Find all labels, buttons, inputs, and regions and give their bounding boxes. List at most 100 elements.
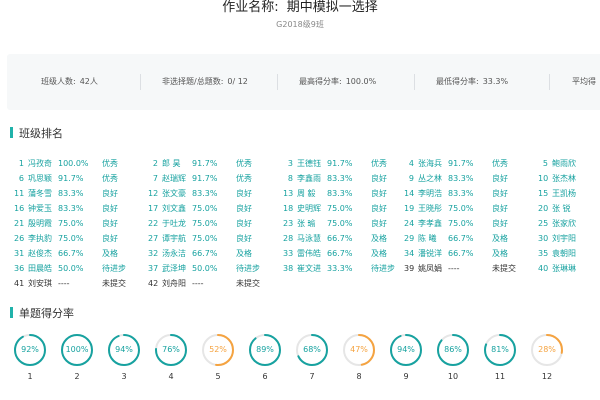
rank: 5 bbox=[542, 159, 548, 168]
score: 83.3% bbox=[58, 189, 84, 198]
student-name: 刘宇阳 bbox=[552, 234, 576, 243]
student-name: 巩思颖 bbox=[28, 174, 52, 183]
grade: 优秀 bbox=[236, 159, 252, 168]
question-score: 47% 8 bbox=[339, 330, 379, 381]
score: 100.0% bbox=[58, 159, 89, 168]
stat-divider bbox=[277, 74, 278, 90]
grade: 优秀 bbox=[236, 174, 252, 183]
stat-avg-rate: 平均得 bbox=[572, 76, 596, 87]
student-name: 王晓彤 bbox=[418, 204, 442, 213]
grade: 及格 bbox=[236, 249, 252, 258]
ranking-section-title: 班级排名 bbox=[10, 125, 63, 141]
grade: 未提交 bbox=[492, 264, 516, 273]
stat-max-rate: 最高得分率: 100.0% bbox=[299, 76, 376, 87]
rank: 18 bbox=[283, 204, 294, 213]
rank: 24 bbox=[404, 219, 415, 228]
student-name: 姚凤娟 bbox=[418, 264, 442, 273]
student-name: 钟爱玉 bbox=[28, 204, 52, 213]
stat-divider bbox=[140, 74, 141, 90]
stat-value: 0/ 12 bbox=[227, 77, 248, 86]
grade: 待进步 bbox=[371, 264, 395, 273]
rank: 34 bbox=[404, 249, 415, 258]
score-percent: 94% bbox=[115, 345, 133, 354]
question-score-rings: 92% 1 100% 2 94% 3 76% 4 52% 5 89% 6 68% 7 47% 8 94% 9 86%… bbox=[0, 330, 600, 390]
rank: 14 bbox=[404, 189, 415, 198]
rank: 32 bbox=[148, 249, 159, 258]
student-name: 袁朝阳 bbox=[552, 249, 576, 258]
grade: 良好 bbox=[371, 189, 387, 198]
student-name: 鲍雨欣 bbox=[552, 159, 576, 168]
student-name: 雷伟皓 bbox=[297, 249, 321, 258]
rank: 40 bbox=[538, 264, 549, 273]
student-name: 张琳琳 bbox=[552, 264, 576, 273]
rank: 41 bbox=[14, 279, 25, 288]
student-name: 史明辉 bbox=[297, 204, 321, 213]
rank: 12 bbox=[148, 189, 159, 198]
rank: 39 bbox=[404, 264, 415, 273]
question-number: 1 bbox=[27, 372, 33, 381]
score: 83.3% bbox=[448, 174, 474, 183]
question-score: 100% 2 bbox=[57, 330, 97, 381]
score: 75.0% bbox=[192, 234, 218, 243]
score: 91.7% bbox=[58, 174, 84, 183]
student-name: 郎 昊 bbox=[162, 159, 181, 168]
student-name: 周 毅 bbox=[297, 189, 316, 198]
question-number: 11 bbox=[494, 372, 506, 381]
question-number: 12 bbox=[541, 372, 553, 381]
rank: 33 bbox=[283, 249, 294, 258]
student-name: 田晨皓 bbox=[28, 264, 52, 273]
class-ranking: 1 冯孜奇 100.0% 优秀 6 巩思颖 91.7% 优秀 11 蒲冬雪 83.3% 良好 16 钟爱玉… bbox=[0, 158, 600, 290]
stat-label: 非选择题/总题数: bbox=[162, 77, 224, 86]
student-name: 谭宇航 bbox=[162, 234, 186, 243]
score-percent: 86% bbox=[444, 345, 462, 354]
rank: 19 bbox=[404, 204, 415, 213]
grade: 及格 bbox=[371, 234, 387, 243]
score: 66.7% bbox=[448, 234, 474, 243]
score: 75.0% bbox=[58, 234, 84, 243]
student-name: 潘锐洋 bbox=[418, 249, 442, 258]
rank: 10 bbox=[538, 174, 549, 183]
grade: 良好 bbox=[371, 204, 387, 213]
student-name: 殷明霞 bbox=[28, 219, 52, 228]
student-name: 冯孜奇 bbox=[28, 159, 52, 168]
student-name: 刘舟阳 bbox=[162, 279, 186, 288]
score-percent: 92% bbox=[21, 345, 39, 354]
scores-section-title: 单题得分率 bbox=[10, 305, 74, 321]
score: 83.3% bbox=[448, 189, 474, 198]
score: 91.7% bbox=[327, 159, 353, 168]
question-score: 28% 12 bbox=[527, 330, 567, 381]
score: 91.7% bbox=[192, 174, 218, 183]
rank: 15 bbox=[538, 189, 549, 198]
score: 83.3% bbox=[192, 189, 218, 198]
rank: 42 bbox=[148, 279, 159, 288]
student-name: 武泽坤 bbox=[162, 264, 186, 273]
student-name: 李鑫雨 bbox=[297, 174, 321, 183]
score-percent: 81% bbox=[491, 345, 509, 354]
score: 66.7% bbox=[448, 249, 474, 258]
rank: 4 bbox=[408, 159, 414, 168]
stat-min-rate: 最低得分率: 33.3% bbox=[436, 76, 508, 87]
grade: 待进步 bbox=[236, 264, 260, 273]
rank: 13 bbox=[283, 189, 294, 198]
grade: 及格 bbox=[492, 249, 508, 258]
stat-label: 班级人数: bbox=[41, 77, 76, 86]
question-number: 9 bbox=[403, 372, 409, 381]
question-number: 8 bbox=[356, 372, 362, 381]
student-name: 张海兵 bbox=[418, 159, 442, 168]
score: 50.0% bbox=[192, 264, 218, 273]
grade: 良好 bbox=[102, 234, 118, 243]
student-name: 刘安琪 bbox=[28, 279, 52, 288]
grade: 优秀 bbox=[102, 174, 118, 183]
student-name: 赵俊杰 bbox=[28, 249, 52, 258]
score: 83.3% bbox=[327, 174, 353, 183]
score: 91.7% bbox=[192, 159, 218, 168]
rank: 1 bbox=[18, 159, 24, 168]
rank: 28 bbox=[283, 234, 294, 243]
rank: 23 bbox=[283, 219, 294, 228]
student-name: 王德钰 bbox=[297, 159, 321, 168]
rank: 38 bbox=[283, 264, 294, 273]
rank: 17 bbox=[148, 204, 159, 213]
student-name: 陈 曦 bbox=[418, 234, 437, 243]
student-name: 汤永洁 bbox=[162, 249, 186, 258]
stat-divider bbox=[549, 74, 550, 90]
